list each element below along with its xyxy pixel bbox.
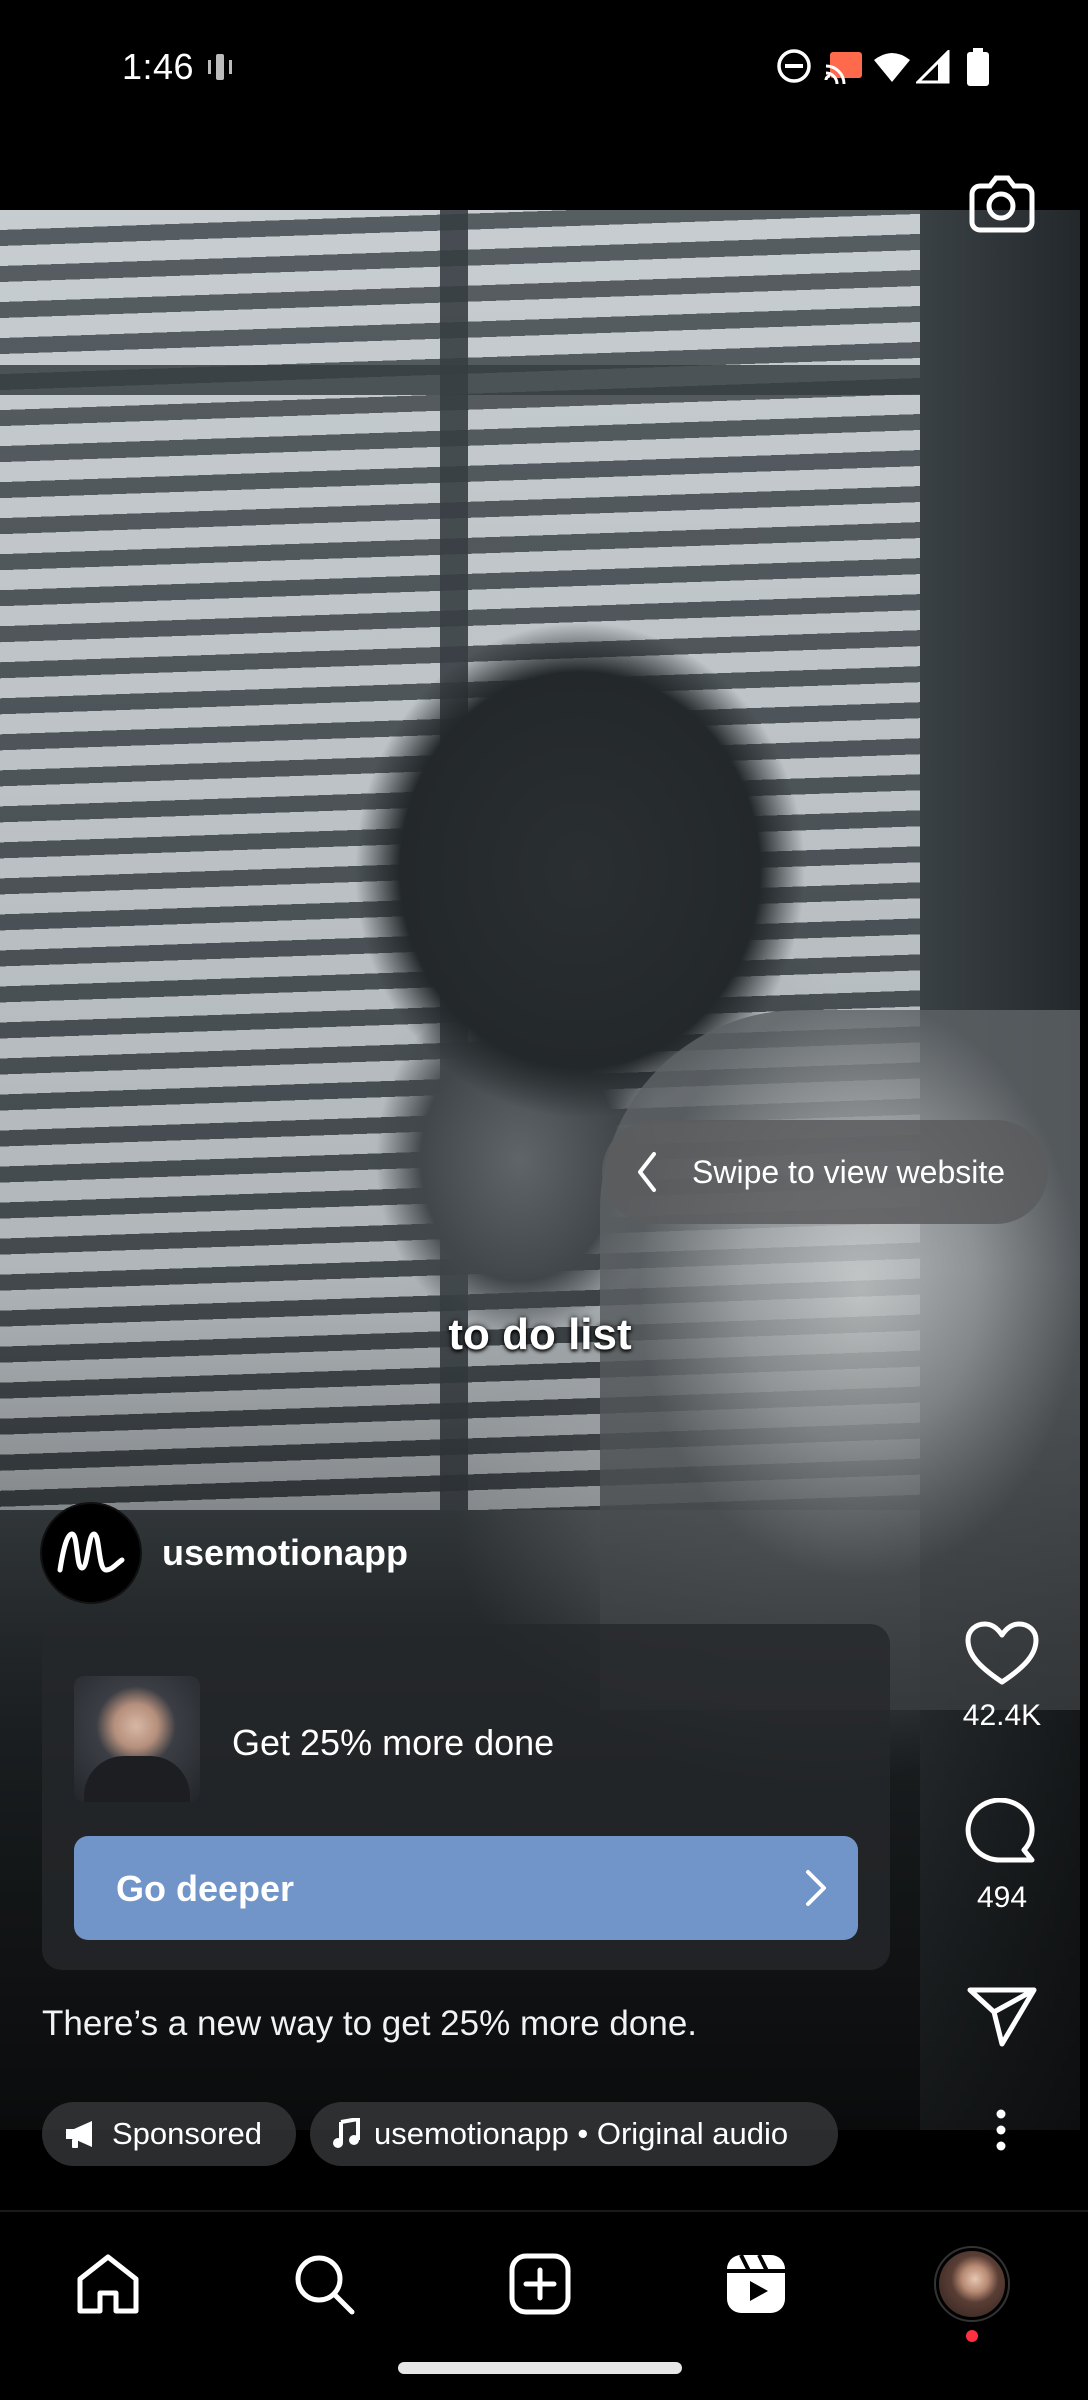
ad-title: Get 25% more done [232,1722,555,1763]
like-count: 42.4K [962,1699,1042,1732]
like-action[interactable]: 42.4K [940,1620,1064,1733]
signal-icon [916,50,950,84]
author-username[interactable]: usemotionapp [162,1532,408,1574]
comment-icon[interactable] [964,1797,1040,1870]
wifi-icon [874,53,910,82]
chevron-left-icon [638,1152,656,1192]
home-indicator[interactable] [398,2362,682,2374]
nav-create[interactable] [500,2244,580,2324]
nav-reels[interactable] [716,2244,796,2324]
cast-icon [824,52,862,84]
swipe-hint-label: Swipe to view website [692,1154,1006,1190]
nav-search[interactable] [284,2244,364,2324]
nav-home[interactable] [68,2244,148,2324]
swipe-to-website-hint[interactable]: Swipe to view website [602,1120,1048,1224]
status-bar: 1:46 [0,0,1088,135]
megaphone-icon [66,2121,92,2148]
camera-icon[interactable] [966,172,1036,234]
search-icon [295,2255,355,2315]
vibrate-icon [208,54,232,80]
profile-avatar [934,2246,1010,2322]
send-icon[interactable] [966,1984,1038,2048]
audio-label: usemotionapp • Original audio [374,2116,789,2151]
comment-count: 494 [976,1881,1028,1914]
share-action[interactable] [940,1984,1064,2053]
chevron-right-icon [806,1870,826,1906]
ad-card[interactable]: Get 25% more done Go deeper [42,1624,890,1970]
music-note-icon [333,2118,360,2148]
more-options-icon[interactable] [986,2106,1016,2154]
reels-icon [727,2254,785,2313]
reel-description[interactable]: There’s a new way to get 25% more done. [42,2004,697,2044]
nav-profile[interactable] [932,2244,1012,2342]
motion-logo-icon [57,1531,125,1573]
notification-dot [966,2330,978,2342]
sponsored-label: Sponsored [112,2116,262,2151]
sponsored-chip[interactable]: Sponsored [42,2102,296,2166]
audio-chip[interactable]: usemotionapp • Original audio [310,2102,838,2166]
home-icon [77,2254,139,2314]
cta-label: Go deeper [116,1868,295,1909]
comment-action[interactable]: 494 [940,1797,1064,1915]
video-caption: to do list [448,1310,632,1359]
do-not-disturb-icon [777,49,811,83]
status-time: 1:46 [122,46,195,87]
go-deeper-button[interactable]: Go deeper [74,1836,858,1940]
ad-thumbnail[interactable] [74,1676,200,1802]
battery-icon [967,48,989,86]
create-icon [509,2253,571,2315]
author-avatar[interactable] [40,1502,142,1604]
heart-icon[interactable] [964,1620,1040,1688]
